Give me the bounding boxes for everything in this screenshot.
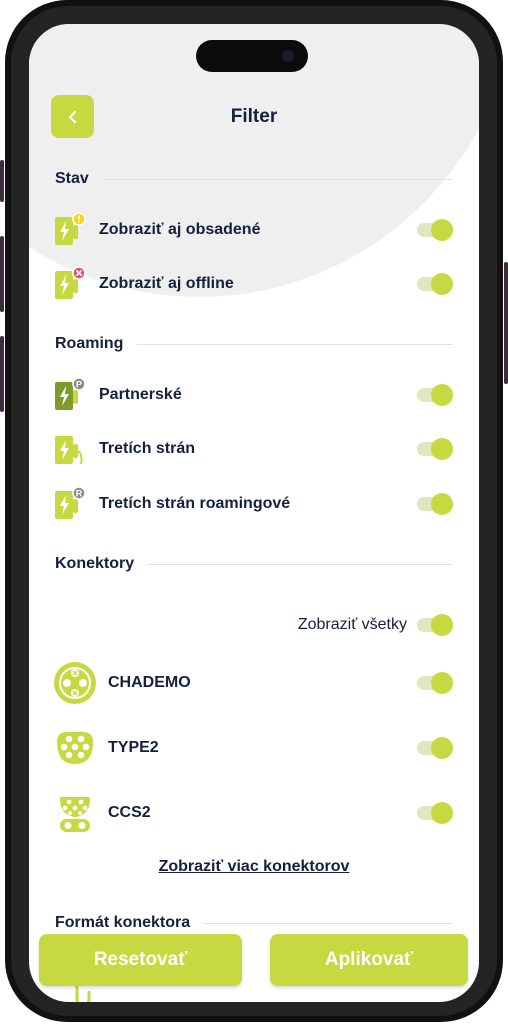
section-header-konektory: Konektory [55, 555, 453, 573]
volume-down-button [0, 336, 4, 412]
toggle-knob [431, 219, 453, 241]
section-title: Roaming [55, 335, 124, 352]
filter-row-offline[interactable]: Zobraziť aj offline [53, 264, 455, 304]
toggle-knob [431, 737, 453, 759]
filter-row-thirdparty[interactable]: Tretích strán [53, 429, 455, 469]
filter-label: Zobraziť aj obsadené [99, 221, 261, 238]
connector-row-chademo[interactable]: CHADEMO [53, 661, 455, 705]
reset-button[interactable]: Resetovať [39, 934, 242, 986]
svg-text:R: R [76, 489, 83, 499]
connector-label: CCS2 [108, 804, 151, 821]
toggle-knob [431, 614, 453, 636]
toggle-knob [431, 802, 453, 824]
connector-row-type2[interactable]: TYPE2 [53, 726, 455, 770]
section-title: Konektory [55, 555, 135, 572]
filter-label: Tretích strán [99, 440, 196, 457]
toggle-knob [431, 672, 453, 694]
ccs2-connector-icon [53, 791, 97, 835]
toggle-knob [431, 384, 453, 406]
ccs2-toggle[interactable] [417, 802, 453, 824]
section-header-format: Formát konektora [55, 914, 453, 932]
filter-label: Partnerské [99, 386, 182, 403]
toggle-knob [431, 273, 453, 295]
type2-toggle[interactable] [417, 737, 453, 759]
charger-thirdparty-icon [53, 431, 89, 467]
show-more-connectors-link[interactable]: Zobraziť viac konektorov [29, 858, 479, 876]
silent-switch [0, 160, 4, 202]
occupied-toggle[interactable] [417, 219, 453, 241]
camera-icon [282, 50, 294, 62]
section-header-roaming: Roaming [55, 335, 453, 353]
divider [137, 343, 453, 345]
offline-toggle[interactable] [417, 273, 453, 295]
connector-label: TYPE2 [108, 739, 159, 756]
type2-connector-icon [53, 726, 97, 770]
dynamic-island [196, 40, 308, 72]
charger-busy-icon [53, 212, 89, 248]
filter-row-partner[interactable]: P Partnerské [53, 375, 455, 415]
app-screen: Filter Stav Zobraziť aj obsadené Zobrazi… [29, 24, 479, 1002]
volume-up-button [0, 236, 4, 312]
chademo-connector-icon [53, 661, 97, 705]
partner-toggle[interactable] [417, 384, 453, 406]
filter-row-roaming[interactable]: R Tretích strán roamingové [53, 484, 455, 524]
divider [148, 563, 453, 565]
connector-row-ccs2[interactable]: CCS2 [53, 791, 455, 835]
charger-roaming-icon: R [53, 486, 89, 522]
page-title: Filter [230, 106, 278, 127]
divider [102, 178, 453, 180]
connector-label: CHADEMO [108, 674, 191, 691]
section-title: Formát konektora [55, 914, 191, 931]
show-all-label: Zobraziť všetky [297, 616, 407, 633]
thirdparty-toggle[interactable] [417, 438, 453, 460]
svg-text:P: P [76, 380, 82, 390]
toggle-knob [431, 438, 453, 460]
charger-offline-icon [53, 266, 89, 302]
charger-partner-icon: P [53, 377, 89, 413]
show-all-row[interactable]: Zobraziť všetky [298, 610, 455, 640]
toggle-knob [431, 493, 453, 515]
show-all-toggle[interactable] [417, 614, 453, 636]
apply-button[interactable]: Aplikovať [270, 934, 468, 986]
filter-label: Zobraziť aj offline [99, 275, 234, 292]
power-button [504, 262, 508, 384]
roaming-toggle[interactable] [417, 493, 453, 515]
chademo-toggle[interactable] [417, 672, 453, 694]
divider [204, 922, 453, 924]
filter-row-occupied[interactable]: Zobraziť aj obsadené [53, 210, 455, 250]
section-title: Stav [55, 170, 89, 187]
filter-label: Tretích strán roamingové [99, 495, 291, 512]
section-header-stav: Stav [55, 170, 453, 188]
